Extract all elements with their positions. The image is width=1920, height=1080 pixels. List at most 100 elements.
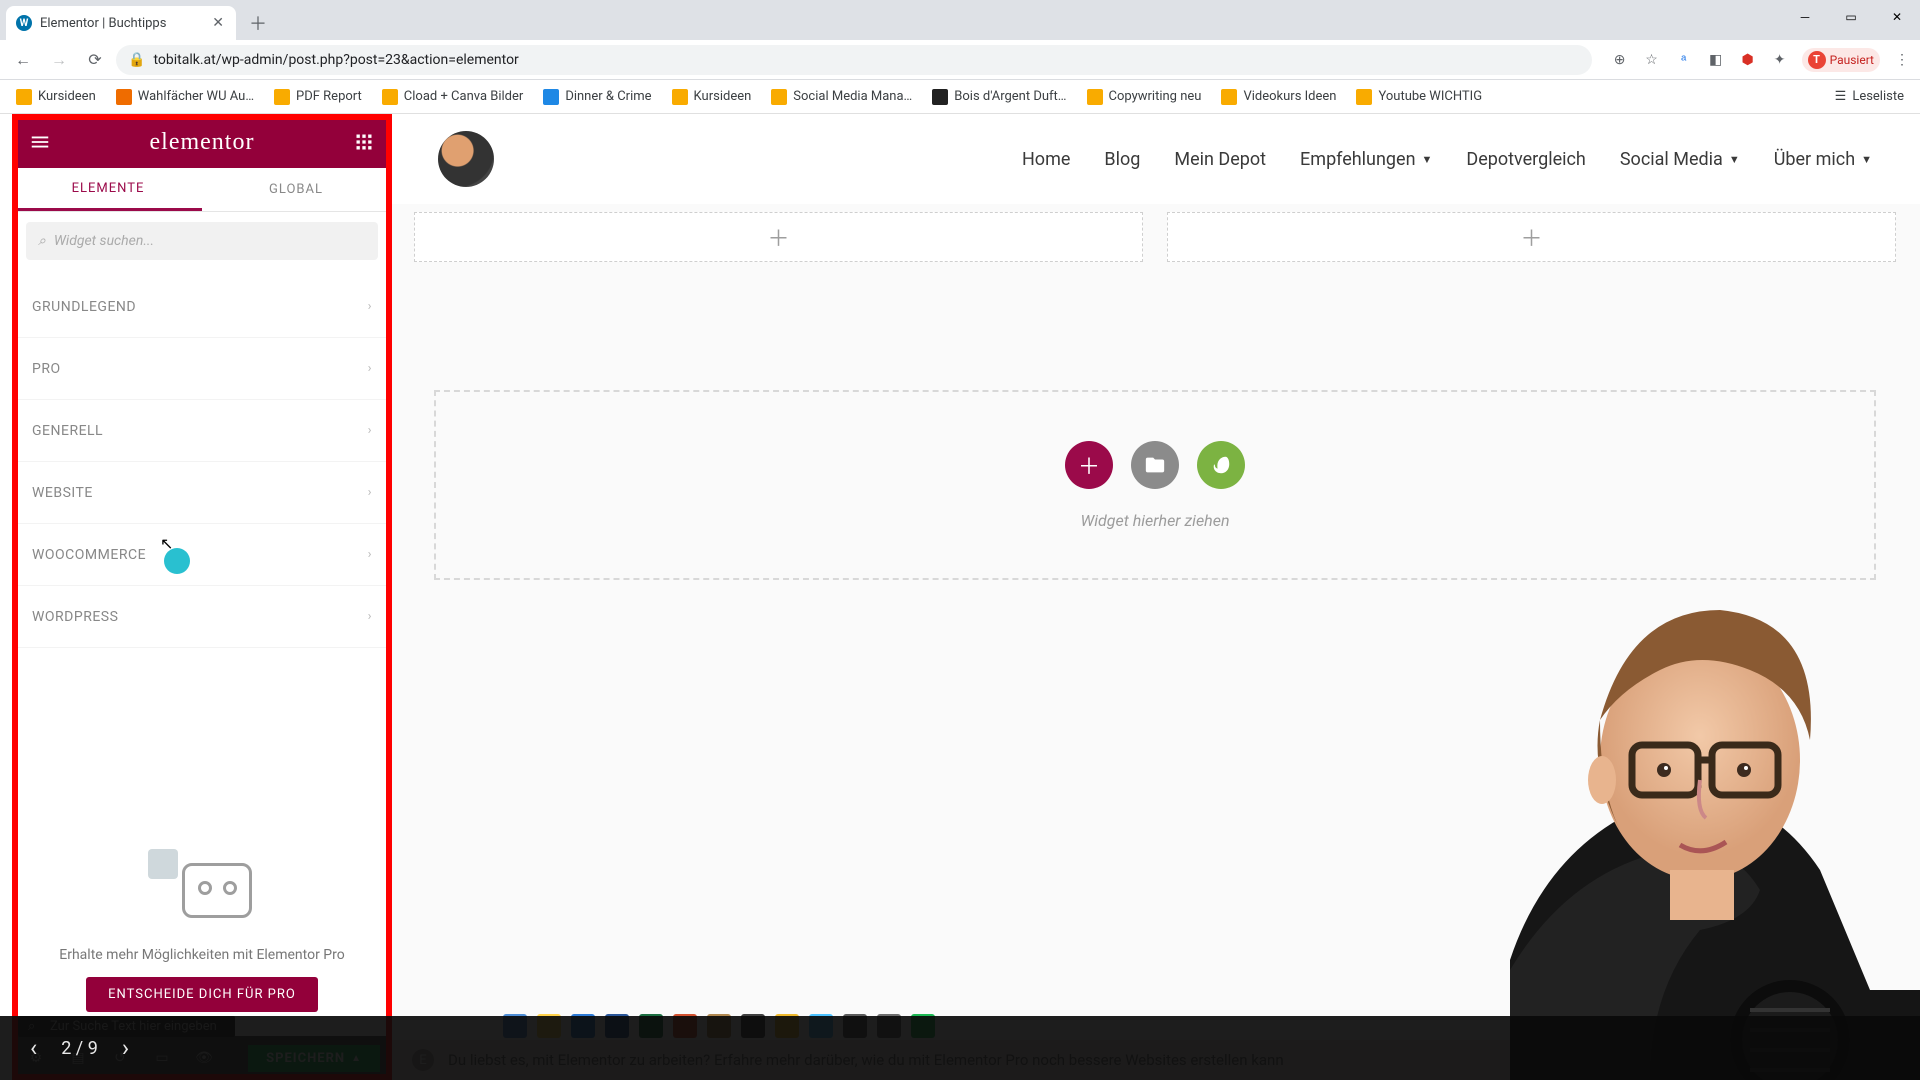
sections-row: ＋ ＋ [390,204,1920,270]
bookmark-item[interactable]: Social Media Mana… [763,89,920,105]
bookmark-label: Videokurs Ideen [1243,89,1336,104]
chevron-down-icon: ▼ [1861,153,1872,166]
sidebar-header: elementor [14,116,390,168]
add-section-button[interactable]: ＋ [1065,441,1113,489]
lightbox-prev-button[interactable]: ‹ [30,1034,37,1062]
folder-icon [16,89,32,105]
editor-preview: Home Blog Mein Depot Empfehlungen▼ Depot… [390,114,1920,1080]
nav-depot[interactable]: Mein Depot [1174,149,1266,170]
url-text: tobitalk.at/wp-admin/post.php?post=23&ac… [153,52,518,68]
nav-empfehlungen[interactable]: Empfehlungen▼ [1300,149,1432,170]
lightbox-controls: ‹ 2 / 9 › [0,1016,1920,1080]
zoom-icon[interactable]: ⊕ [1610,50,1630,70]
bookmark-item[interactable]: Cload + Canva Bilder [374,89,532,105]
site-avatar[interactable] [438,131,494,187]
new-tab-button[interactable]: ＋ [244,9,272,37]
nav-home[interactable]: Home [1022,149,1070,170]
profile-paused-pill[interactable]: T Pausiert [1802,48,1880,72]
folder-icon [543,89,559,105]
category-generell[interactable]: GENERELL › [14,400,390,462]
minimize-button[interactable]: － [1782,0,1828,34]
reload-button[interactable]: ⟳ [80,45,110,75]
template-library-button[interactable] [1131,441,1179,489]
translate-icon[interactable]: ᵃ [1674,50,1694,70]
back-button[interactable]: ← [8,45,38,75]
category-label: GRUNDLEGEND [32,299,136,315]
close-window-button[interactable]: ✕ [1874,0,1920,34]
bookmark-item[interactable]: Youtube WICHTIG [1348,89,1490,105]
nav-label: Blog [1104,149,1140,170]
bookmark-label: Youtube WICHTIG [1378,89,1482,104]
browser-tab[interactable]: W Elementor | Buchtipps ✕ [6,6,236,40]
chevron-right-icon: › [368,547,372,562]
folder-icon [116,89,132,105]
adblock-icon[interactable]: ⬢ [1738,50,1758,70]
pro-cta-button[interactable]: ENTSCHEIDE DICH FÜR PRO [86,977,318,1012]
bookmark-item[interactable]: Kursideen [664,89,760,105]
category-woocommerce[interactable]: WOOCOMMERCE › [14,524,390,586]
extension-icon[interactable]: ◧ [1706,50,1726,70]
category-wordpress[interactable]: WORDPRESS› [14,586,390,648]
bookmark-label: Copywriting neu [1109,89,1202,104]
nav-social[interactable]: Social Media ▼ [1620,149,1740,170]
widget-drop-area[interactable]: ＋ Widget hierher ziehen [434,390,1876,580]
bookmark-label: Bois d'Argent Duft… [954,89,1066,104]
chevron-down-icon: ▼ [1422,153,1433,166]
forward-button[interactable]: → [44,45,74,75]
bookmark-bar: Kursideen Wahlfächer WU Au… PDF Report C… [0,80,1920,114]
tab-elements[interactable]: ELEMENTE [14,168,202,211]
nav-ueber[interactable]: Über mich ▼ [1774,149,1872,170]
promo-text: Erhalte mehr Möglichkeiten mit Elementor… [32,947,372,963]
drop-area-buttons: ＋ [1065,441,1245,489]
bookmark-item[interactable]: Kursideen [8,89,104,105]
sidebar-brand: elementor [150,129,255,156]
nav-blog[interactable]: Blog [1104,149,1140,170]
nav-label: Mein Depot [1174,149,1266,170]
widget-search-input[interactable]: ⌕ Widget suchen... [26,222,378,260]
grid-icon[interactable] [352,130,376,154]
add-section-column[interactable]: ＋ [414,212,1143,262]
category-website[interactable]: WEBSITE› [14,462,390,524]
cursor-pointer-icon: ↖ [160,534,173,553]
category-label: PRO [32,361,61,377]
chevron-down-icon: ▼ [1729,153,1740,166]
add-section-column[interactable]: ＋ [1167,212,1896,262]
category-pro[interactable]: PRO› [14,338,390,400]
envato-button[interactable] [1197,441,1245,489]
nav-label: Social Media [1620,149,1723,170]
bookmark-item[interactable]: Dinner & Crime [535,89,659,105]
category-grundlegend[interactable]: GRUNDLEGEND› [14,276,390,338]
puzzle-icon[interactable]: ✦ [1770,50,1790,70]
tab-global[interactable]: GLOBAL [202,168,390,211]
category-label: GENERELL [32,423,103,439]
nav-label: Depotvergleich [1466,149,1585,170]
paused-label: Pausiert [1830,53,1874,67]
bookmark-item[interactable]: PDF Report [266,89,370,105]
bookmark-item[interactable]: Wahlfächer WU Au… [108,89,262,105]
bookmark-item[interactable]: Bois d'Argent Duft… [924,89,1074,105]
close-tab-icon[interactable]: ✕ [212,15,224,31]
maximize-button[interactable]: ▭ [1828,0,1874,34]
chevron-right-icon: › [368,485,372,500]
site-nav: Home Blog Mein Depot Empfehlungen▼ Depot… [1022,149,1872,170]
category-label: WOOCOMMERCE [32,547,146,563]
reading-list-button[interactable]: ☰Leseliste [1827,89,1912,104]
chevron-right-icon: › [368,609,372,624]
star-icon[interactable]: ☆ [1642,50,1662,70]
nav-label: Über mich [1774,149,1855,170]
url-field[interactable]: 🔒 tobitalk.at/wp-admin/post.php?post=23&… [116,45,1592,75]
search-icon: ⌕ [38,233,46,249]
chevron-right-icon: › [368,423,372,438]
menu-icon[interactable]: ⋮ [1892,50,1912,70]
hamburger-icon[interactable] [28,130,52,154]
lock-icon: 🔒 [128,52,145,68]
nav-depotvergleich[interactable]: Depotvergleich [1466,149,1585,170]
lightbox-next-button[interactable]: › [122,1034,129,1062]
nav-label: Home [1022,149,1070,170]
bookmark-item[interactable]: Copywriting neu [1079,89,1210,105]
bookmark-item[interactable]: Videokurs Ideen [1213,89,1344,105]
folder-icon [1221,89,1237,105]
widget-category-list: GRUNDLEGEND› PRO› GENERELL› WEBSITE› WOO… [14,270,390,654]
wordpress-favicon-icon: W [16,15,32,31]
pro-promo-box: Erhalte mehr Möglichkeiten mit Elementor… [14,819,390,1036]
